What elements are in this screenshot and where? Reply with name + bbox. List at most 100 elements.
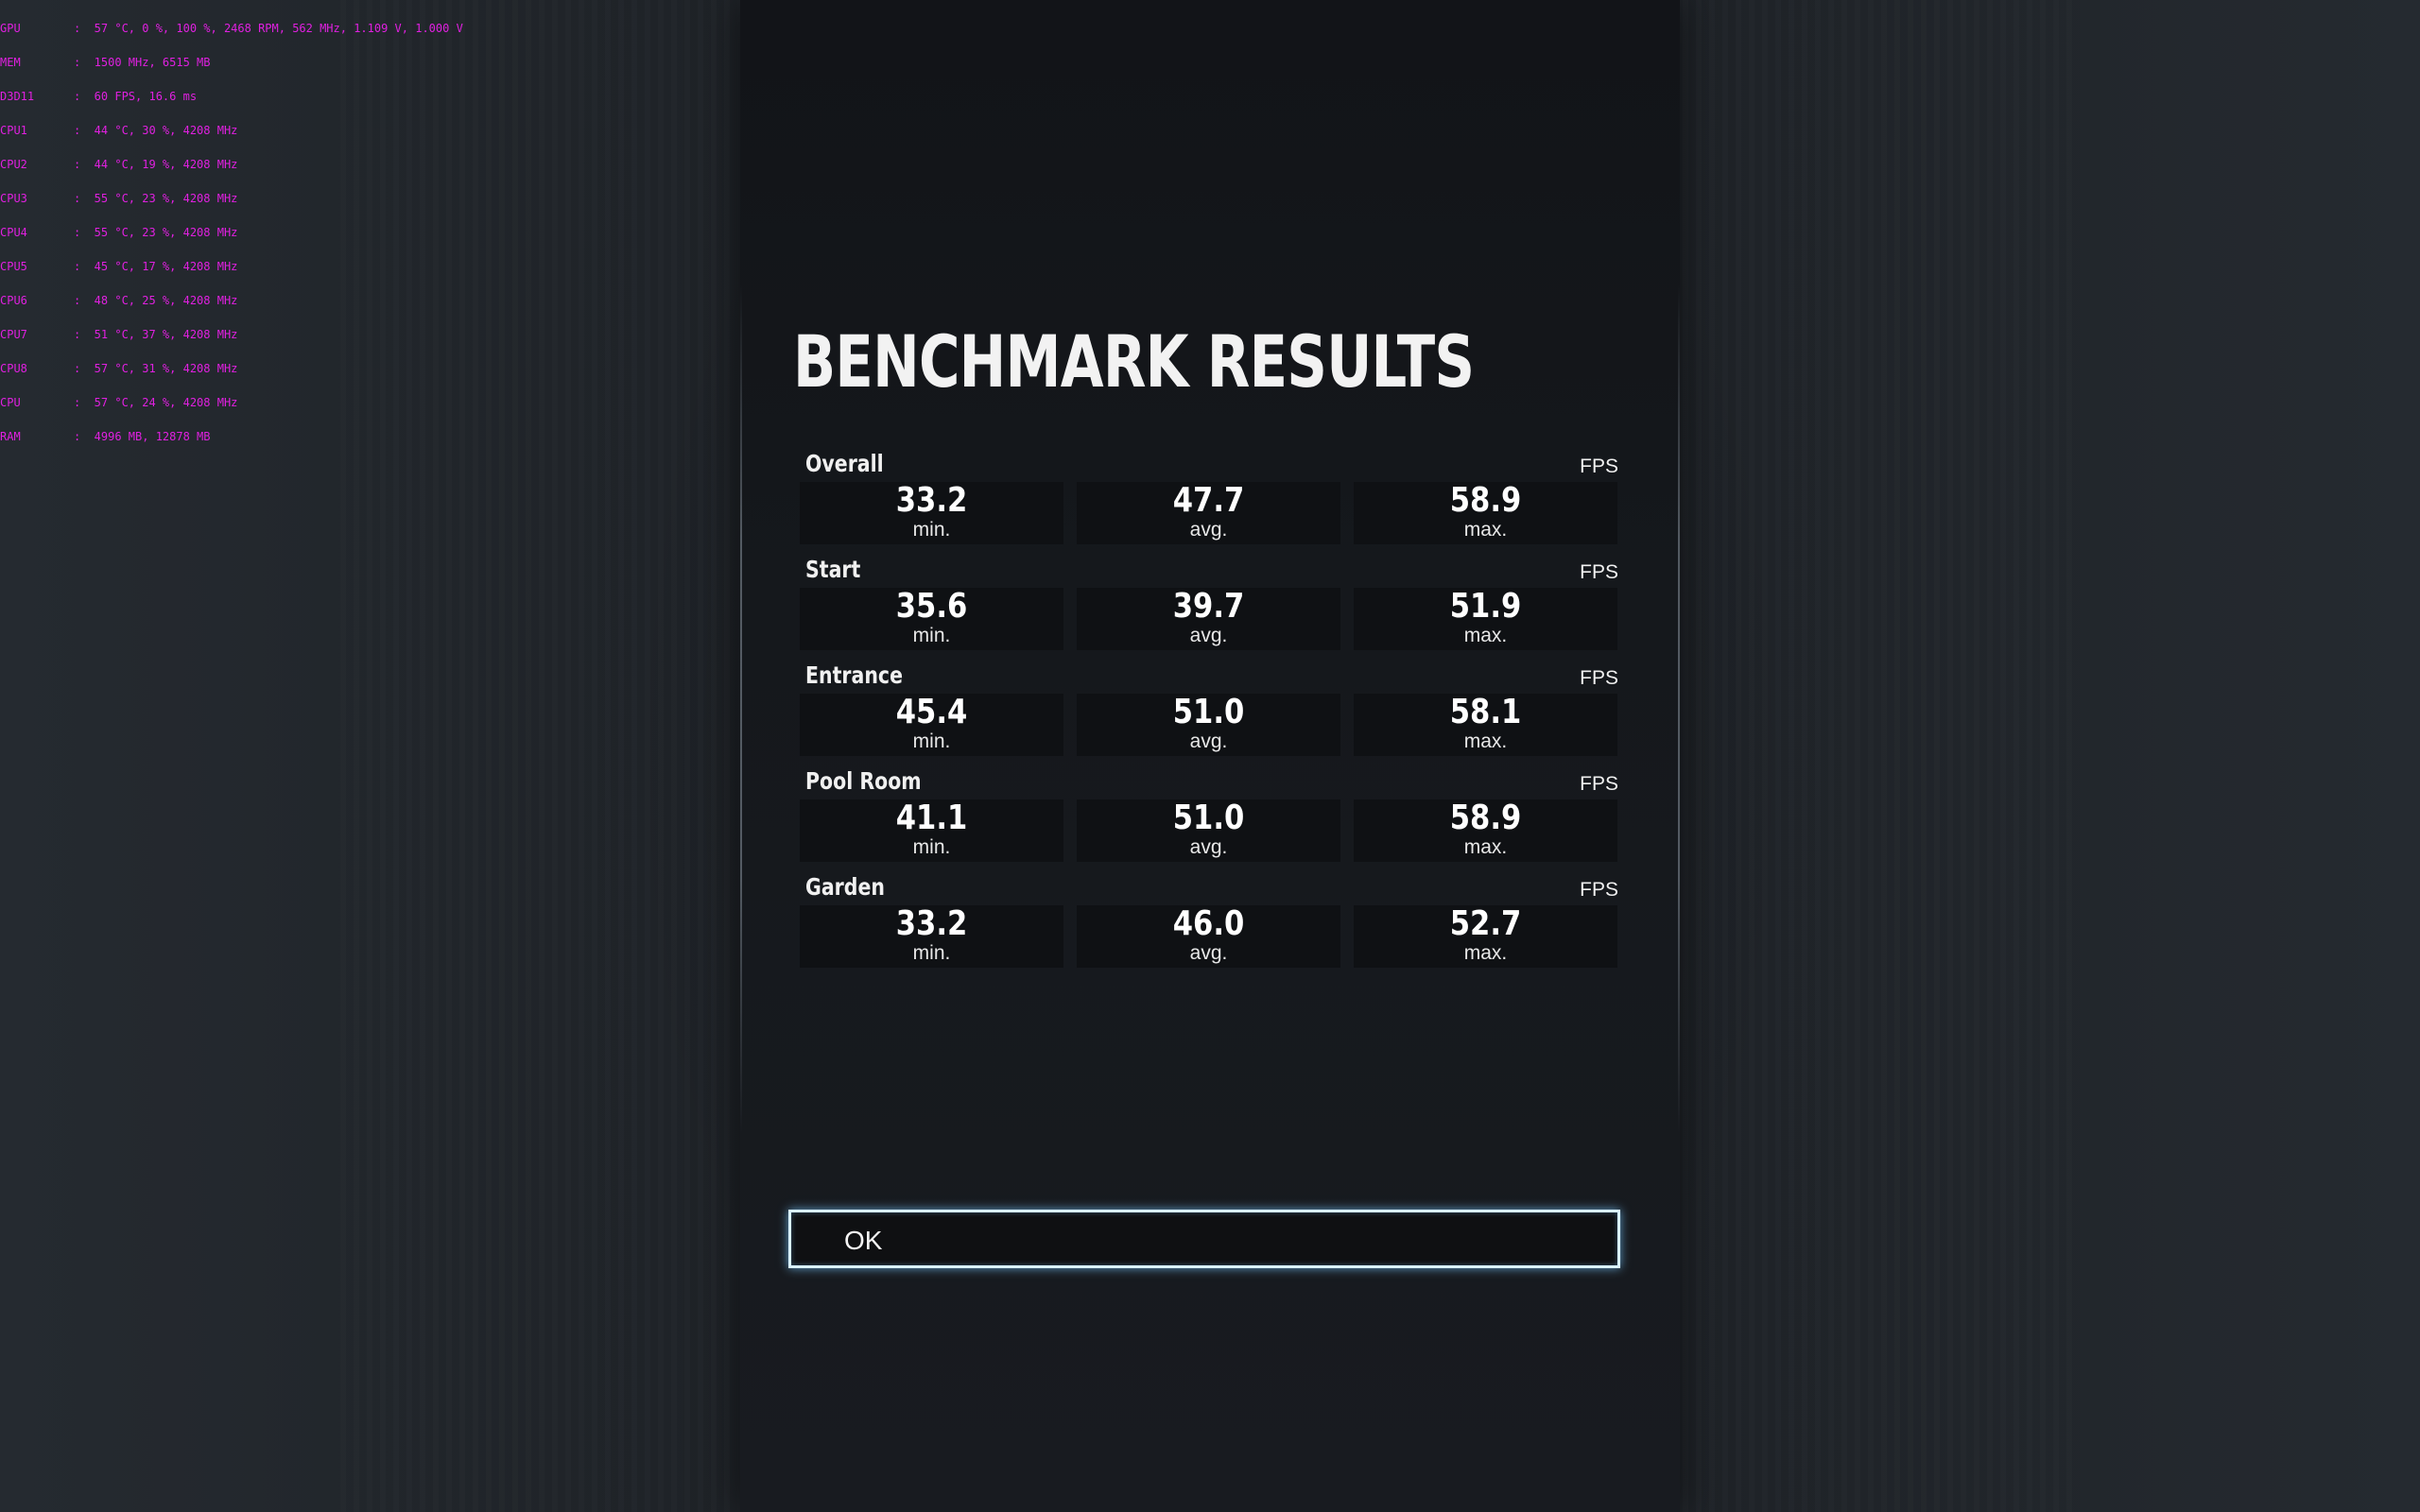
section-name: Overall: [805, 450, 884, 477]
stat-label: min.: [912, 519, 951, 541]
overlay-line-cpu: CPU: 57 °C, 24 %, 4208 MHz: [0, 397, 463, 408]
results-list: Overall FPS 33.2 min. 47.7 avg. 58.9 max. S…: [800, 444, 1622, 973]
stat-label: max.: [1463, 730, 1508, 752]
stat-label: avg.: [1189, 942, 1228, 964]
stat-avg: 51.0 avg.: [1077, 694, 1340, 756]
stat-max: 58.9 max.: [1354, 799, 1617, 862]
stat-label: max.: [1463, 519, 1508, 541]
stat-min: 33.2 min.: [800, 905, 1063, 968]
stat-min: 41.1 min.: [800, 799, 1063, 862]
stat-value: 58.1: [1449, 693, 1522, 731]
section-header: Pool Room FPS: [800, 762, 1622, 799]
background-right: [1683, 0, 2080, 1512]
section-name: Garden: [805, 873, 885, 901]
overlay-value: : 44 °C, 19 %, 4208 MHz: [74, 158, 238, 171]
stat-value: 39.7: [1172, 587, 1245, 626]
stat-value: 51.9: [1449, 587, 1522, 626]
stat-label: avg.: [1189, 836, 1228, 858]
stat-avg: 47.7 avg.: [1077, 482, 1340, 544]
overlay-key: CPU4: [0, 226, 27, 239]
overlay-key: CPU5: [0, 260, 27, 273]
panel-edge-right: [1678, 284, 1680, 1134]
section-header: Entrance FPS: [800, 656, 1622, 694]
stat-value: 47.7: [1172, 481, 1245, 520]
overlay-line-cpu7: CPU7 : 51 °C, 37 %, 4208 MHz: [0, 329, 463, 340]
result-section-garden: Garden FPS 33.2 min. 46.0 avg. 52.7 max.: [800, 868, 1622, 973]
performance-overlay: GPU : 57 °C, 0 %, 100 %, 2468 RPM, 562 MH…: [0, 0, 463, 465]
result-section-entrance: Entrance FPS 45.4 min. 51.0 avg. 58.1 max.: [800, 656, 1622, 762]
unit-label: FPS: [1580, 667, 1618, 689]
overlay-key: CPU7: [0, 328, 27, 341]
section-header: Overall FPS: [800, 444, 1622, 482]
result-section-start: Start FPS 35.6 min. 39.7 avg. 51.9 max.: [800, 550, 1622, 656]
overlay-key: CPU8: [0, 362, 27, 375]
stat-label: avg.: [1189, 625, 1228, 646]
stat-label: min.: [912, 625, 951, 646]
overlay-key: CPU2: [0, 158, 27, 171]
section-name: Pool Room: [805, 767, 922, 795]
overlay-line-cpu6: CPU6 : 48 °C, 25 %, 4208 MHz: [0, 295, 463, 306]
stat-value: 58.9: [1449, 481, 1522, 520]
overlay-value: : 57 °C, 31 %, 4208 MHz: [74, 362, 238, 375]
stat-value: 33.2: [895, 481, 968, 520]
overlay-line-cpu5: CPU5 : 45 °C, 17 %, 4208 MHz: [0, 261, 463, 272]
stat-row: 33.2 min. 46.0 avg. 52.7 max.: [800, 905, 1622, 968]
unit-label: FPS: [1580, 879, 1618, 901]
stat-avg: 39.7 avg.: [1077, 588, 1340, 650]
result-section-pool-room: Pool Room FPS 41.1 min. 51.0 avg. 58.9 max.: [800, 762, 1622, 868]
stat-label: avg.: [1189, 730, 1228, 752]
overlay-line-ram: RAM : 4996 MB, 12878 MB: [0, 431, 463, 442]
overlay-value: : 60 FPS, 16.6 ms: [74, 90, 198, 103]
stat-value: 51.0: [1172, 799, 1245, 837]
stat-label: avg.: [1189, 519, 1228, 541]
stat-value: 51.0: [1172, 693, 1245, 731]
stat-label: min.: [912, 942, 951, 964]
overlay-key: RAM: [0, 430, 21, 443]
panel-edge-left: [740, 284, 742, 1134]
ok-button[interactable]: OK: [788, 1210, 1620, 1268]
unit-label: FPS: [1580, 773, 1618, 795]
overlay-value: : 55 °C, 23 %, 4208 MHz: [74, 192, 238, 205]
overlay-value: : 4996 MB, 12878 MB: [74, 430, 211, 443]
stat-row: 35.6 min. 39.7 avg. 51.9 max.: [800, 588, 1622, 650]
stat-max: 58.1 max.: [1354, 694, 1617, 756]
overlay-key: CPU1: [0, 124, 27, 137]
stat-min: 33.2 min.: [800, 482, 1063, 544]
stat-avg: 46.0 avg.: [1077, 905, 1340, 968]
unit-label: FPS: [1580, 455, 1618, 477]
overlay-value: : 45 °C, 17 %, 4208 MHz: [74, 260, 238, 273]
section-name: Entrance: [805, 662, 903, 689]
result-section-overall: Overall FPS 33.2 min. 47.7 avg. 58.9 max.: [800, 444, 1622, 550]
stat-min: 45.4 min.: [800, 694, 1063, 756]
overlay-value: : 1500 MHz, 6515 MB: [74, 56, 211, 69]
overlay-line-cpu4: CPU4 : 55 °C, 23 %, 4208 MHz: [0, 227, 463, 238]
stat-label: max.: [1463, 625, 1508, 646]
section-name: Start: [805, 556, 861, 583]
stat-value: 41.1: [895, 799, 968, 837]
overlay-line-cpu1: CPU1: 44 °C, 30 %, 4208 MHz: [0, 125, 463, 136]
stat-max: 58.9 max.: [1354, 482, 1617, 544]
results-panel: BENCHMARK RESULTS Overall FPS 33.2 min. 4…: [740, 0, 1680, 1512]
page-title: BENCHMARK RESULTS: [793, 319, 1475, 404]
stat-value: 35.6: [895, 587, 968, 626]
overlay-value: : 51 °C, 37 %, 4208 MHz: [74, 328, 238, 341]
section-header: Garden FPS: [800, 868, 1622, 905]
overlay-key: GPU: [0, 22, 21, 35]
stat-value: 58.9: [1449, 799, 1522, 837]
overlay-value: : 55 °C, 23 %, 4208 MHz: [74, 226, 238, 239]
stat-max: 51.9 max.: [1354, 588, 1617, 650]
stat-min: 35.6 min.: [800, 588, 1063, 650]
unit-label: FPS: [1580, 561, 1618, 583]
stat-max: 52.7 max.: [1354, 905, 1617, 968]
stat-row: 45.4 min. 51.0 avg. 58.1 max.: [800, 694, 1622, 756]
ok-button-label: OK: [844, 1226, 883, 1255]
overlay-key: CPU3: [0, 192, 27, 205]
overlay-value: : 57 °C, 0 %, 100 %, 2468 RPM, 562 MHz, …: [74, 22, 463, 35]
stat-avg: 51.0 avg.: [1077, 799, 1340, 862]
stat-label: max.: [1463, 836, 1508, 858]
section-header: Start FPS: [800, 550, 1622, 588]
overlay-key: MEM: [0, 56, 21, 69]
overlay-value: : 48 °C, 25 %, 4208 MHz: [74, 294, 238, 307]
stat-value: 52.7: [1449, 904, 1522, 943]
overlay-key: CPU6: [0, 294, 27, 307]
